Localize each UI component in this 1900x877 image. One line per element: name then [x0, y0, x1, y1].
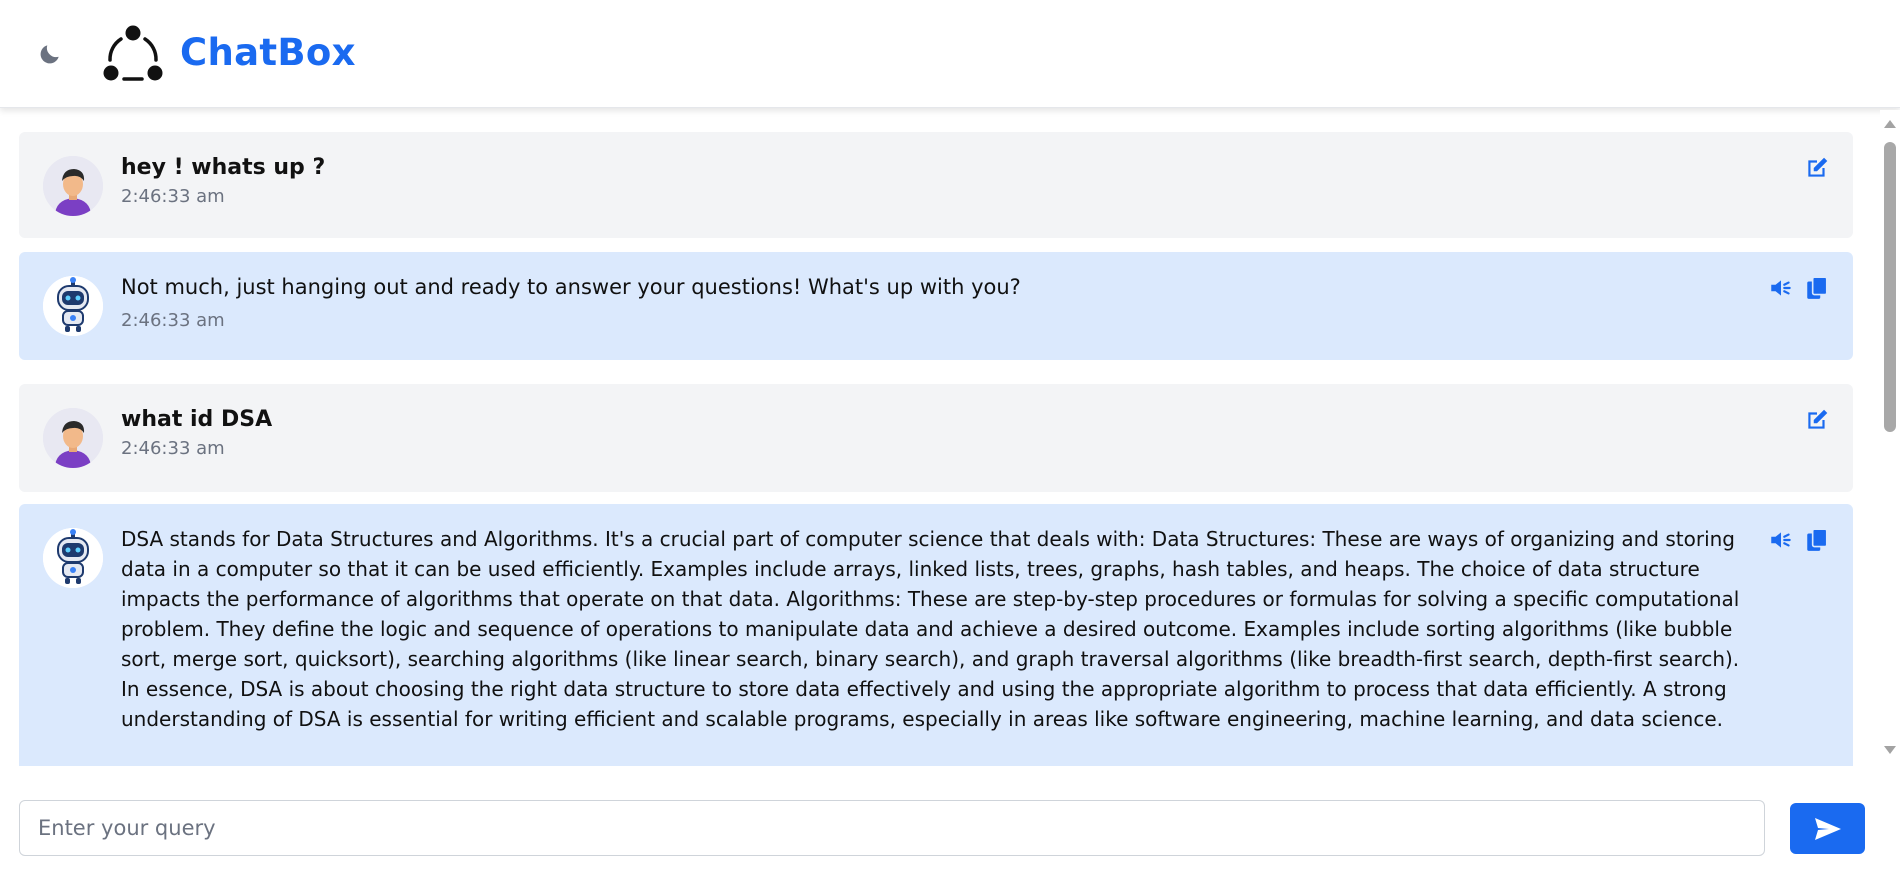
message-time: 2:46:33 am: [121, 310, 225, 331]
query-input[interactable]: [20, 801, 1764, 855]
edit-icon: [1808, 157, 1828, 177]
user-avatar: [43, 408, 103, 468]
bot-avatar: [43, 528, 103, 588]
edit-button[interactable]: [1803, 406, 1831, 434]
message-bot: DSA stands for Data Structures and Algor…: [19, 504, 1853, 766]
copy-icon: [1807, 528, 1828, 551]
edit-icon: [1808, 409, 1828, 429]
message-user: what id DSA 2:46:33 am: [19, 384, 1853, 492]
speaker-icon: [1771, 280, 1791, 296]
bot-avatar: [43, 276, 103, 336]
scroll-down-arrow[interactable]: [1884, 746, 1896, 754]
message-time: 2:46:33 am: [121, 438, 225, 459]
send-icon: [1814, 817, 1841, 840]
edit-button[interactable]: [1803, 154, 1831, 182]
speaker-icon: [1771, 532, 1791, 548]
send-button[interactable]: [1790, 803, 1865, 854]
user-avatar: [43, 156, 103, 216]
speak-button[interactable]: [1767, 526, 1795, 554]
message-text: Not much, just hanging out and ready to …: [121, 275, 1021, 299]
copy-button[interactable]: [1803, 274, 1831, 302]
message-time: 2:46:33 am: [121, 186, 225, 207]
copy-button[interactable]: [1803, 526, 1831, 554]
message-text: hey ! whats up ?: [121, 155, 326, 180]
app-logo-icon: [103, 25, 163, 81]
message-text: DSA stands for Data Structures and Algor…: [121, 527, 1740, 731]
chat-messages: hey ! whats up ? 2:46:33 am Not much, ju…: [0, 110, 1880, 766]
message-user: hey ! whats up ? 2:46:33 am: [19, 132, 1853, 238]
app-header: ChatBox: [0, 0, 1900, 108]
app-title: ChatBox: [180, 31, 356, 74]
moon-icon: [40, 45, 59, 64]
message-bot: Not much, just hanging out and ready to …: [19, 252, 1853, 360]
speak-button[interactable]: [1767, 274, 1795, 302]
theme-toggle-button[interactable]: [34, 38, 66, 70]
query-input-container: [19, 800, 1765, 856]
copy-icon: [1807, 276, 1828, 299]
message-text: what id DSA: [121, 407, 273, 432]
scroll-thumb[interactable]: [1884, 142, 1896, 432]
scroll-up-arrow[interactable]: [1884, 120, 1896, 128]
chat-scrollbar[interactable]: [1880, 110, 1900, 766]
